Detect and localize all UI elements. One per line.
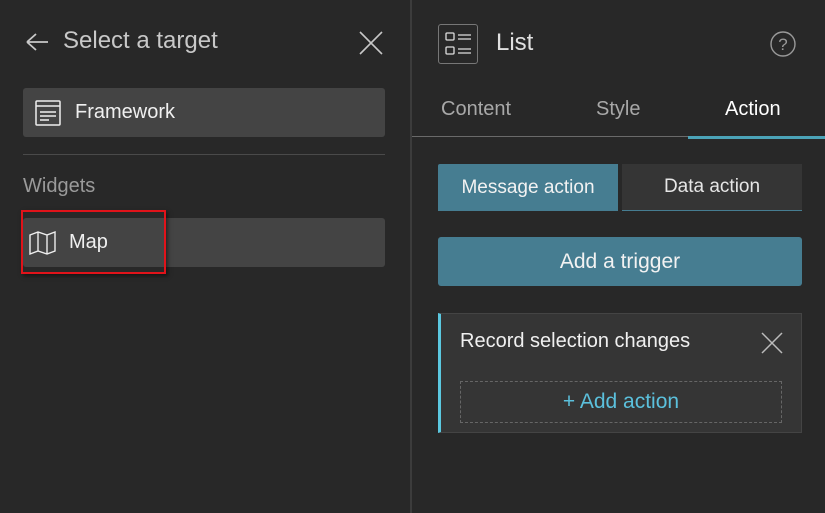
widget-name: List [496,29,534,56]
back-arrow-icon[interactable] [25,32,49,52]
help-icon[interactable]: ? [770,31,796,57]
add-trigger-button[interactable]: Add a trigger [438,237,802,286]
tab-action[interactable]: Action [725,98,781,121]
select-target-panel: Select a target Framework Widgets Map [0,0,410,513]
active-tab-indicator [688,136,825,139]
close-icon[interactable] [359,31,383,55]
divider [23,154,385,155]
tab-content[interactable]: Content [441,98,511,121]
list-widget-icon [438,24,478,64]
message-action-toggle[interactable]: Message action [438,164,618,211]
add-action-button[interactable]: + Add action [460,381,782,423]
panel-title: Select a target [63,27,218,54]
svg-text:?: ? [778,35,787,54]
selection-highlight-box [21,210,166,274]
settings-panel: List ? Content Style Action Message acti… [412,0,825,513]
framework-label: Framework [75,101,176,123]
framework-icon [35,99,61,126]
tab-style[interactable]: Style [596,98,640,121]
remove-trigger-icon[interactable] [761,332,783,354]
trigger-title: Record selection changes [460,330,691,352]
data-action-toggle[interactable]: Data action [622,164,802,211]
section-label-widgets: Widgets [23,175,96,197]
framework-target[interactable]: Framework [23,88,385,137]
trigger-card: Record selection changes + Add action [438,313,802,433]
